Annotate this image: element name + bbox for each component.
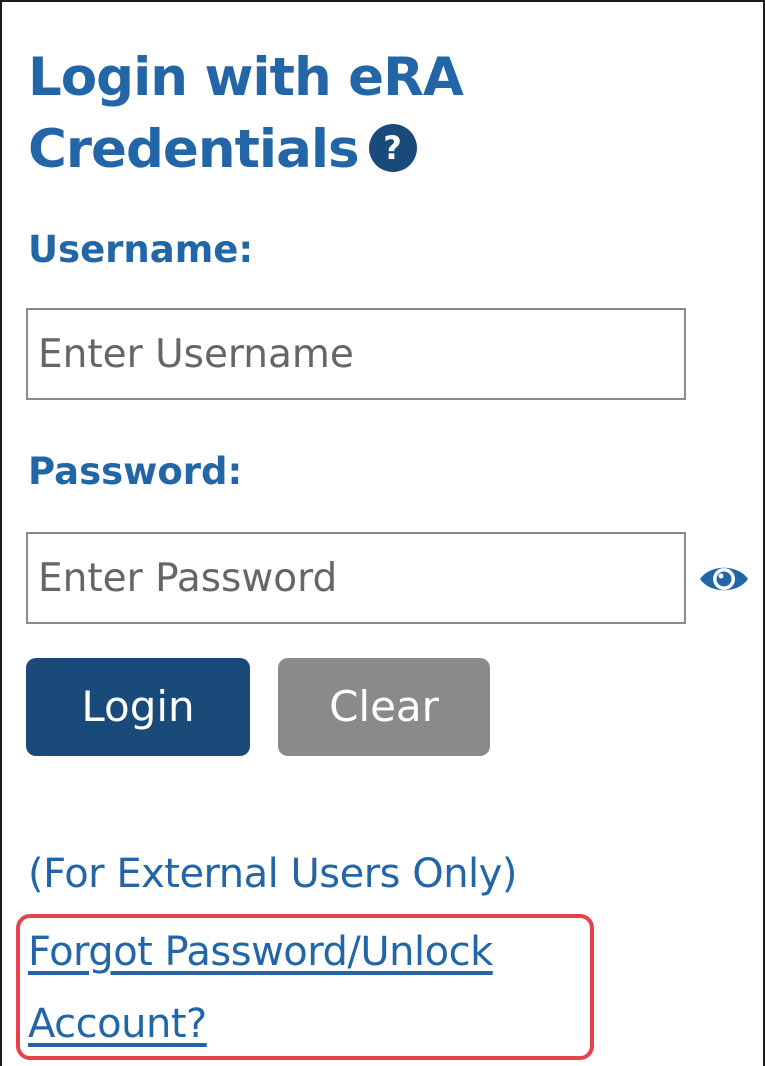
forgot-password-link[interactable]: Forgot Password/Unlock Account? bbox=[28, 916, 588, 1060]
help-icon[interactable]: ? bbox=[368, 124, 417, 173]
forgot-link-line-2: Account? bbox=[28, 1001, 207, 1047]
login-button[interactable]: Login bbox=[26, 658, 250, 756]
forgot-link-line-1: Forgot Password/Unlock bbox=[28, 929, 493, 975]
username-input[interactable] bbox=[26, 308, 686, 400]
external-users-note: (For External Users Only) bbox=[28, 851, 517, 897]
clear-button[interactable]: Clear bbox=[278, 658, 490, 756]
eye-icon[interactable] bbox=[698, 562, 750, 596]
page-title: Login with eRA Credentials? bbox=[28, 42, 588, 186]
title-line-1: Login with eRA bbox=[28, 47, 464, 108]
title-line-2: Credentials? bbox=[28, 114, 588, 186]
username-label: Username: bbox=[28, 228, 254, 271]
password-label: Password: bbox=[28, 450, 243, 493]
password-input[interactable] bbox=[26, 532, 686, 624]
login-panel: Login with eRA Credentials? Username: Pa… bbox=[0, 0, 765, 1066]
title-text: Credentials bbox=[28, 119, 360, 180]
